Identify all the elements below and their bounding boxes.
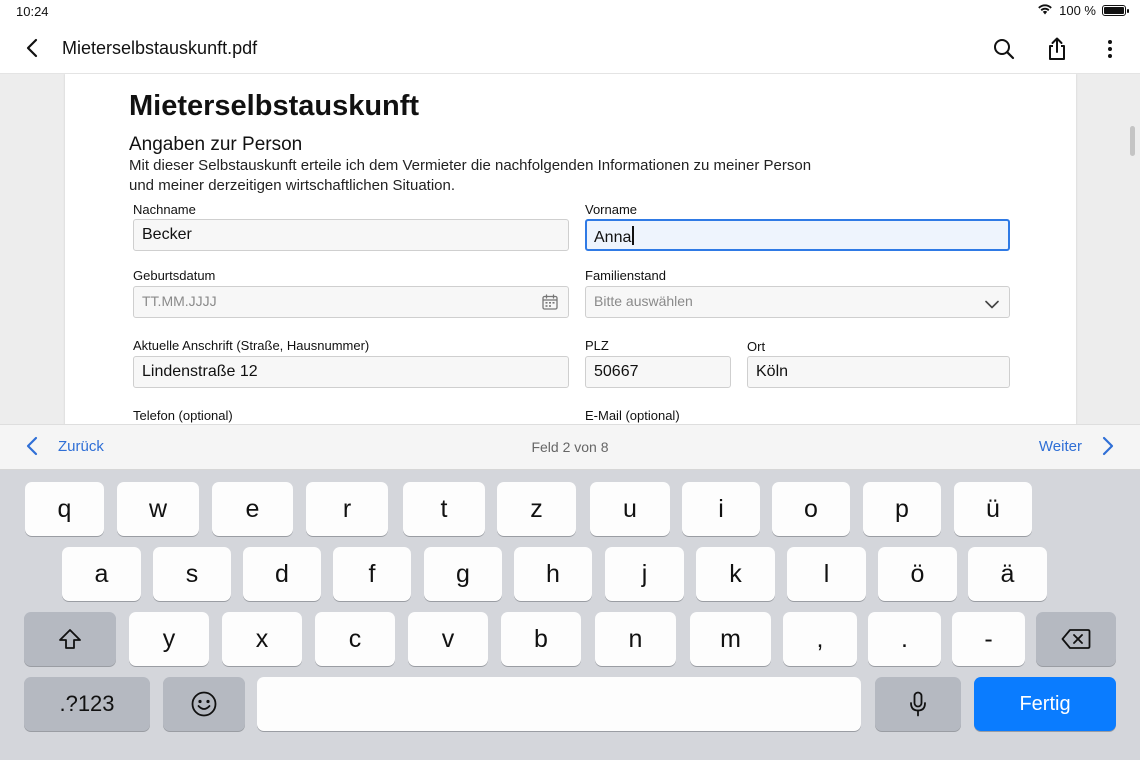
- dictation-key[interactable]: [875, 677, 961, 731]
- geburtsdatum-field[interactable]: TT.MM.JJJJ: [133, 286, 569, 318]
- document-viewport[interactable]: Mieterselbstauskunft Angaben zur Person …: [0, 74, 1140, 424]
- scrollbar[interactable]: [1130, 126, 1135, 156]
- pdf-page: Mieterselbstauskunft Angaben zur Person …: [65, 74, 1076, 424]
- nachname-field[interactable]: Becker: [133, 219, 569, 251]
- search-button[interactable]: [991, 36, 1017, 62]
- ort-value: Köln: [756, 363, 789, 380]
- vorname-label: Vorname: [585, 202, 638, 217]
- shift-key[interactable]: [24, 612, 116, 666]
- key-c[interactable]: c: [315, 612, 395, 666]
- form-navigation-bar: Zurück Feld 2 von 8 Weiter: [0, 424, 1140, 470]
- status-indicators: 100 %: [1037, 3, 1129, 18]
- key-y[interactable]: y: [129, 612, 209, 666]
- key-v[interactable]: v: [408, 612, 488, 666]
- next-field-label: Weiter: [1038, 437, 1082, 455]
- key-m[interactable]: m: [690, 612, 771, 666]
- key-l[interactable]: l: [787, 547, 866, 601]
- section-title: Angaben zur Person: [129, 134, 303, 155]
- key-r[interactable]: r: [306, 482, 388, 536]
- shift-icon: [59, 629, 81, 649]
- key-p[interactable]: p: [863, 482, 941, 536]
- done-key[interactable]: Fertig: [974, 677, 1116, 731]
- status-bar: 10:24 100 %: [0, 0, 1140, 24]
- key-f[interactable]: f: [333, 547, 411, 601]
- key-e[interactable]: e: [212, 482, 293, 536]
- chevron-right-icon: [1102, 436, 1114, 456]
- share-icon: [1049, 37, 1065, 60]
- intro-line-2: und meiner derzeitigen wirtschaftlichen …: [129, 177, 456, 194]
- emoji-key[interactable]: [163, 677, 245, 731]
- intro-line-1: Mit dieser Selbstauskunft erteile ich de…: [129, 157, 812, 174]
- on-screen-keyboard: q w e r t z u i o p ü a s d f g h j k l …: [0, 470, 1140, 760]
- key-k[interactable]: k: [696, 547, 775, 601]
- chevron-left-icon: [26, 38, 38, 58]
- battery-icon: [1102, 5, 1129, 16]
- key-period[interactable]: .: [868, 612, 941, 666]
- telefon-label: Telefon (optional): [133, 408, 233, 423]
- anschrift-field[interactable]: Lindenstraße 12: [133, 356, 569, 388]
- key-q[interactable]: q: [25, 482, 104, 536]
- more-vertical-icon: [1108, 40, 1112, 58]
- key-t[interactable]: t: [403, 482, 485, 536]
- key-d[interactable]: d: [243, 547, 321, 601]
- key-ue[interactable]: ü: [954, 482, 1032, 536]
- next-field-button[interactable]: Weiter: [1039, 436, 1114, 456]
- vorname-value: Anna: [594, 229, 632, 246]
- key-u[interactable]: u: [590, 482, 670, 536]
- battery-percentage: 100 %: [1059, 3, 1096, 18]
- microphone-icon: [910, 691, 926, 717]
- key-s[interactable]: s: [153, 547, 231, 601]
- backspace-icon: [1061, 629, 1091, 649]
- key-g[interactable]: g: [424, 547, 502, 601]
- key-w[interactable]: w: [117, 482, 199, 536]
- document-title: Mieterselbstauskunft.pdf: [62, 38, 258, 58]
- text-caret: [632, 226, 634, 245]
- vorname-field[interactable]: Anna: [585, 219, 1010, 251]
- key-b[interactable]: b: [501, 612, 581, 666]
- anschrift-value: Lindenstraße 12: [142, 363, 258, 380]
- key-o[interactable]: o: [772, 482, 850, 536]
- plz-field[interactable]: 50667: [585, 356, 731, 388]
- geburtsdatum-label: Geburtsdatum: [133, 268, 216, 283]
- calendar-icon[interactable]: [542, 294, 558, 315]
- key-n[interactable]: n: [595, 612, 676, 666]
- key-ae[interactable]: ä: [968, 547, 1047, 601]
- intro-text: Mit dieser Selbstauskunft erteile ich de…: [129, 156, 849, 196]
- email-label: E-Mail (optional): [585, 408, 680, 423]
- page-heading: Mieterselbstauskunft: [129, 90, 420, 122]
- plz-value: 50667: [594, 363, 639, 380]
- key-oe[interactable]: ö: [878, 547, 957, 601]
- key-x[interactable]: x: [222, 612, 302, 666]
- key-i[interactable]: i: [682, 482, 760, 536]
- wifi-icon: [1037, 3, 1053, 18]
- app-bar: Mieterselbstauskunft.pdf: [0, 24, 1140, 74]
- anschrift-label: Aktuelle Anschrift (Straße, Hausnummer): [133, 338, 370, 353]
- backspace-key[interactable]: [1036, 612, 1116, 666]
- ort-label: Ort: [747, 339, 766, 354]
- key-hyphen[interactable]: -: [952, 612, 1025, 666]
- familienstand-placeholder: Bitte auswählen: [594, 293, 693, 309]
- numbers-key[interactable]: .?123: [24, 677, 150, 731]
- ort-field[interactable]: Köln: [747, 356, 1010, 388]
- space-key[interactable]: [257, 677, 861, 731]
- field-counter: Feld 2 von 8: [531, 439, 609, 455]
- chevron-down-icon: [985, 296, 999, 314]
- key-j[interactable]: j: [605, 547, 684, 601]
- status-time: 10:24: [16, 4, 49, 19]
- familienstand-label: Familienstand: [585, 268, 666, 283]
- nachname-value: Becker: [142, 226, 192, 243]
- familienstand-select[interactable]: Bitte auswählen: [585, 286, 1010, 318]
- search-icon: [994, 39, 1015, 60]
- share-button[interactable]: [1044, 36, 1070, 62]
- nachname-label: Nachname: [133, 202, 196, 217]
- emoji-icon: [191, 691, 217, 717]
- key-comma[interactable]: ,: [783, 612, 857, 666]
- key-a[interactable]: a: [62, 547, 141, 601]
- back-button[interactable]: [20, 36, 44, 60]
- key-z[interactable]: z: [497, 482, 576, 536]
- key-h[interactable]: h: [514, 547, 592, 601]
- plz-label: PLZ: [585, 338, 609, 353]
- geburtsdatum-placeholder: TT.MM.JJJJ: [142, 293, 217, 309]
- more-button[interactable]: [1097, 36, 1123, 62]
